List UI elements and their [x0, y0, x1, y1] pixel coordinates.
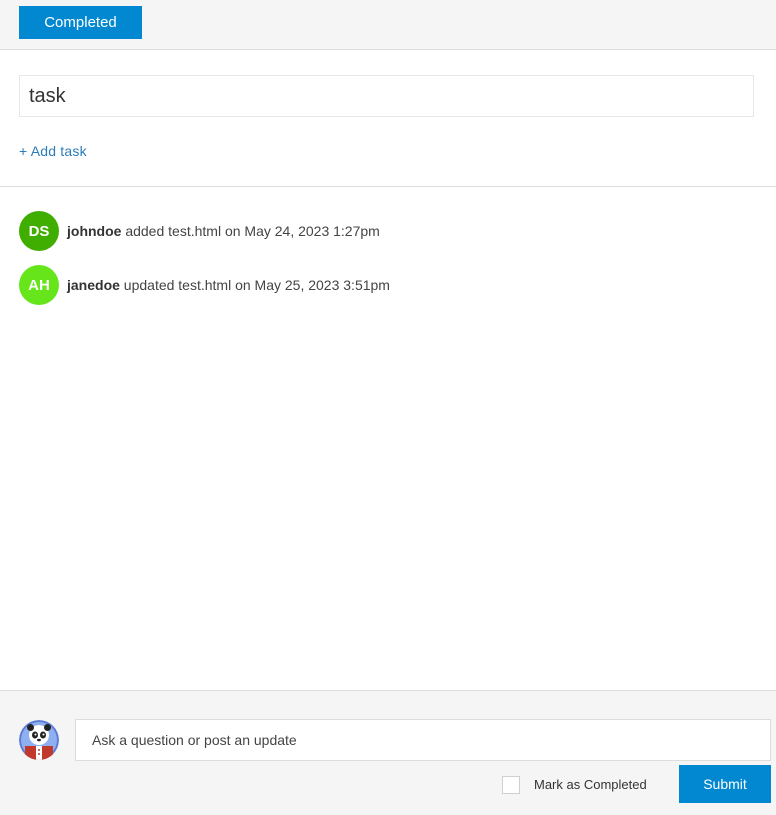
- mark-completed-label[interactable]: Mark as Completed: [534, 777, 647, 792]
- activity-item: AH janedoe updated test.html on May 25, …: [19, 265, 759, 305]
- user-avatar: DS: [19, 211, 59, 251]
- activity-user[interactable]: johndoe: [67, 223, 121, 239]
- top-toolbar: Completed: [0, 0, 776, 50]
- submit-button[interactable]: Submit: [679, 765, 771, 803]
- task-title-input[interactable]: [19, 75, 754, 117]
- completed-button[interactable]: Completed: [19, 6, 142, 39]
- activity-text: johndoe added test.html on May 24, 2023 …: [67, 223, 380, 239]
- activity-text: janedoe updated test.html on May 25, 202…: [67, 277, 390, 293]
- avatar-initials: DS: [28, 222, 50, 240]
- user-avatar: AH: [19, 265, 59, 305]
- mark-completed-checkbox[interactable]: [502, 776, 520, 794]
- update-composer: Mark as Completed Submit: [0, 690, 776, 815]
- panda-avatar-icon: [19, 720, 59, 760]
- update-input[interactable]: [75, 719, 771, 761]
- activity-action: updated test.html on May 25, 2023 3:51pm: [123, 277, 390, 293]
- avatar-initials: AH: [28, 276, 50, 294]
- add-task-link[interactable]: + Add task: [19, 143, 87, 159]
- section-divider: [0, 186, 776, 187]
- activity-item: DS johndoe added test.html on May 24, 20…: [19, 211, 759, 251]
- activity-action: added test.html on May 24, 2023 1:27pm: [125, 223, 380, 239]
- activity-user[interactable]: janedoe: [67, 277, 120, 293]
- task-detail-page: Completed + Add task DS johndoe added te…: [0, 0, 776, 815]
